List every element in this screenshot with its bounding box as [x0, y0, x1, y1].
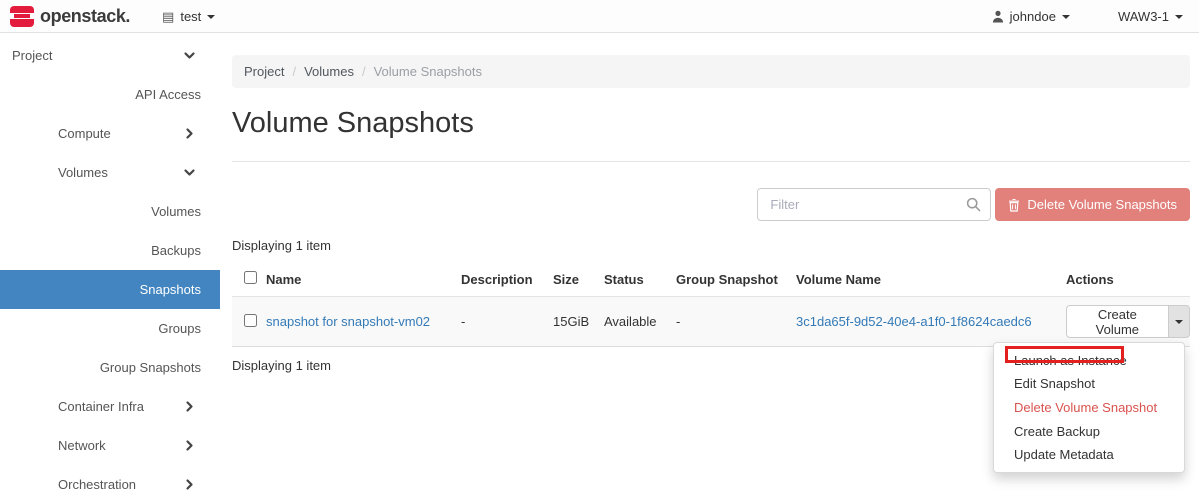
column-header-group-snapshot: Group Snapshot: [676, 262, 796, 297]
user-menu[interactable]: johndoe: [992, 9, 1070, 24]
table-row: snapshot for snapshot-vm02 - 15GiB Avail…: [232, 297, 1190, 347]
filter-container: [757, 188, 991, 221]
cell-size: 15GiB: [553, 297, 604, 347]
actions-dropdown-menu: Launch as Instance Edit Snapshot Delete …: [993, 342, 1185, 473]
sidebar-item-label: Project: [12, 48, 52, 63]
breadcrumb-project[interactable]: Project: [244, 64, 284, 79]
breadcrumb: Project / Volumes / Volume Snapshots: [232, 55, 1190, 88]
chevron-right-icon: [183, 478, 196, 491]
snapshots-table: Name Description Size Status Group Snaps…: [232, 262, 1190, 347]
cell-group-snapshot: -: [676, 297, 796, 347]
main-content: Project / Volumes / Volume Snapshots Vol…: [232, 33, 1190, 373]
item-count-top: Displaying 1 item: [232, 238, 1190, 253]
page-title: Volume Snapshots: [232, 105, 1190, 141]
row-actions: Create Volume Launch as Instance Edit Sn…: [1066, 305, 1190, 338]
cell-description: -: [461, 297, 553, 347]
sidebar-item-label: Volumes: [151, 204, 201, 219]
chevron-down-icon: [207, 15, 215, 19]
sidebar-item-label: Volumes: [58, 165, 108, 180]
breadcrumb-separator: /: [292, 64, 296, 79]
snapshot-name-link[interactable]: snapshot for snapshot-vm02: [266, 314, 430, 329]
domain-icon: ▤: [162, 10, 174, 23]
trash-icon: [1008, 198, 1020, 212]
sidebar-item-compute[interactable]: Compute: [0, 114, 220, 153]
filter-input[interactable]: [757, 188, 991, 221]
create-volume-button[interactable]: Create Volume: [1066, 305, 1169, 338]
brand-wordmark: openstack.: [40, 6, 130, 27]
search-icon[interactable]: [966, 197, 981, 215]
region-menu[interactable]: WAW3-1: [1118, 9, 1183, 24]
chevron-down-icon: [183, 49, 196, 62]
sidebar: Project API Access Compute Volumes Volum…: [0, 34, 220, 497]
volume-name-link[interactable]: 3c1da65f-9d52-40e4-a1f0-1f8624caedc6: [796, 314, 1032, 329]
chevron-down-icon: [1175, 320, 1183, 324]
sidebar-item-label: Compute: [58, 126, 111, 141]
sidebar-item-label: API Access: [135, 87, 201, 102]
sidebar-item-label: Container Infra: [58, 399, 144, 414]
sidebar-item-backups[interactable]: Backups: [0, 231, 220, 270]
breadcrumb-separator: /: [362, 64, 366, 79]
sidebar-item-snapshots[interactable]: Snapshots: [0, 270, 220, 309]
column-header-description: Description: [461, 262, 553, 297]
sidebar-item-project[interactable]: Project: [0, 36, 220, 75]
chevron-right-icon: [183, 400, 196, 413]
chevron-down-icon: [1062, 15, 1070, 19]
sidebar-item-api-access[interactable]: API Access: [0, 75, 220, 114]
delete-volume-snapshots-button[interactable]: Delete Volume Snapshots: [995, 188, 1190, 221]
openstack-logo-icon: [10, 6, 34, 27]
sidebar-item-label: Groups: [158, 321, 201, 336]
project-switcher-label: test: [180, 9, 201, 24]
column-header-actions: Actions: [1066, 262, 1190, 297]
table-header-row: Name Description Size Status Group Snaps…: [232, 262, 1190, 297]
sidebar-item-label: Network: [58, 438, 106, 453]
chevron-down-icon: [183, 166, 196, 179]
breadcrumb-current: Volume Snapshots: [374, 64, 482, 79]
column-header-size[interactable]: Size: [553, 262, 604, 297]
user-name: johndoe: [1010, 9, 1056, 24]
breadcrumb-volumes[interactable]: Volumes: [304, 64, 354, 79]
chevron-right-icon: [183, 439, 196, 452]
sidebar-item-volumes-group[interactable]: Volumes: [0, 153, 220, 192]
sidebar-item-label: Orchestration: [58, 477, 136, 492]
sidebar-item-groups[interactable]: Groups: [0, 309, 220, 348]
menu-item-delete-volume-snapshot[interactable]: Delete Volume Snapshot: [994, 395, 1184, 420]
actions-dropdown-toggle[interactable]: [1168, 305, 1190, 338]
delete-button-label: Delete Volume Snapshots: [1027, 197, 1177, 212]
sidebar-item-label: Snapshots: [140, 282, 201, 297]
row-checkbox[interactable]: [244, 314, 257, 327]
column-header-volume-name: Volume Name: [796, 262, 1066, 297]
menu-item-edit-snapshot[interactable]: Edit Snapshot: [994, 372, 1184, 395]
sidebar-item-container-infra[interactable]: Container Infra: [0, 387, 220, 426]
region-name: WAW3-1: [1118, 9, 1169, 24]
cell-status: Available: [604, 297, 676, 347]
sidebar-item-network[interactable]: Network: [0, 426, 220, 465]
sidebar-item-label: Group Snapshots: [100, 360, 201, 375]
chevron-right-icon: [183, 127, 196, 140]
divider: [232, 161, 1190, 162]
sidebar-item-group-snapshots[interactable]: Group Snapshots: [0, 348, 220, 387]
column-header-status[interactable]: Status: [604, 262, 676, 297]
table-toolbar: Delete Volume Snapshots: [232, 188, 1190, 221]
menu-item-create-backup[interactable]: Create Backup: [994, 420, 1184, 443]
select-all-checkbox[interactable]: [244, 271, 257, 284]
menu-item-launch-as-instance[interactable]: Launch as Instance: [994, 349, 1184, 372]
sidebar-item-volumes[interactable]: Volumes: [0, 192, 220, 231]
chevron-down-icon: [1175, 15, 1183, 19]
sidebar-item-label: Backups: [151, 243, 201, 258]
column-header-name[interactable]: Name: [266, 262, 461, 297]
user-icon: [992, 10, 1004, 23]
top-navbar: openstack. ▤ test johndoe WAW3-1: [0, 0, 1199, 33]
sidebar-item-orchestration[interactable]: Orchestration: [0, 465, 220, 504]
openstack-brand[interactable]: openstack.: [10, 6, 130, 27]
menu-item-update-metadata[interactable]: Update Metadata: [994, 443, 1184, 466]
project-switcher-menu[interactable]: ▤ test: [162, 9, 215, 24]
